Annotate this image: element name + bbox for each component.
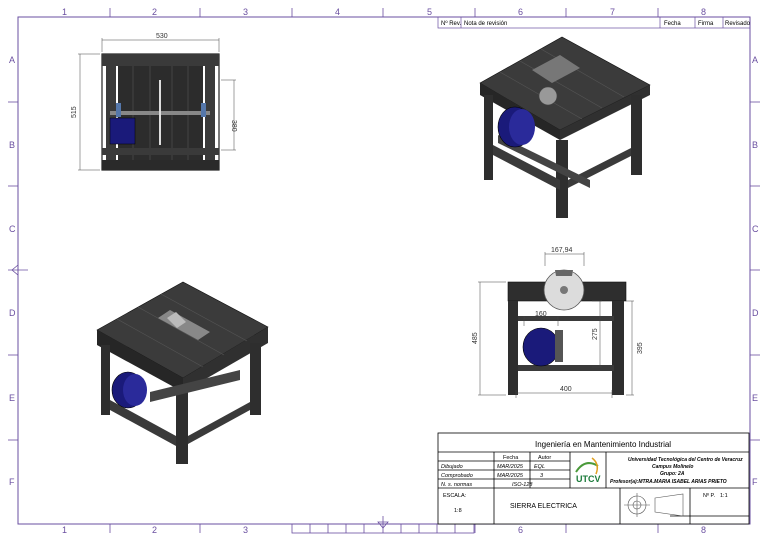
col-label: 7 xyxy=(610,7,615,17)
col-label: 8 xyxy=(701,7,706,17)
dim-front-height: 515 xyxy=(71,106,78,118)
sheet-label: Nº P. xyxy=(703,492,715,499)
row-label: A xyxy=(9,55,15,65)
dim-front-width: 530 xyxy=(156,33,168,40)
col-autor: Autor xyxy=(538,455,551,461)
row-label: D xyxy=(9,308,16,318)
row-label: C xyxy=(752,224,759,234)
rev-col-date: Fecha xyxy=(664,21,681,27)
row-dibujado-autor: EQL xyxy=(534,464,545,470)
row-normas-value: ISO-128 xyxy=(512,482,533,488)
drawing-sheet: 1 2 3 4 5 6 7 8 1 2 3 6 8 A B C D E F A … xyxy=(8,7,760,535)
front-view: 530 515 380 xyxy=(71,33,237,171)
column-labels-top: 1 2 3 4 5 6 7 8 xyxy=(62,7,706,17)
col-label: 1 xyxy=(62,7,67,17)
row-comprobado-fecha: MAR/2025 xyxy=(497,473,524,479)
row-label: D xyxy=(752,308,759,318)
col-label: 6 xyxy=(518,525,523,535)
rev-col-reviewed: Revisado xyxy=(725,21,751,27)
university-name: Universidad Tecnológica del Centro de Ve… xyxy=(628,457,743,463)
row-label: F xyxy=(9,477,15,487)
row-label: C xyxy=(9,224,16,234)
row-normas-label: N. s. normas xyxy=(441,482,472,488)
col-label: 2 xyxy=(152,7,157,17)
col-fecha: Fecha xyxy=(503,455,519,461)
dim-side-motor: 160 xyxy=(535,311,547,318)
dim-side-blade: 167,94 xyxy=(551,247,573,254)
drawing-title: SIERRA ELECTRICA xyxy=(510,503,577,510)
col-label: 8 xyxy=(701,525,706,535)
rev-col-num: Nº Rev. xyxy=(441,20,461,27)
iso-view-top xyxy=(479,36,651,218)
rev-col-note: Nota de revisión xyxy=(464,21,507,27)
dim-front-inner: 380 xyxy=(230,120,237,132)
row-dibujado-fecha: MAR/2025 xyxy=(497,464,524,470)
col-label: 4 xyxy=(335,7,340,17)
col-label: 2 xyxy=(152,525,157,535)
col-label: 3 xyxy=(243,525,248,535)
row-label: E xyxy=(9,393,15,403)
dim-side-h2: 395 xyxy=(637,342,644,354)
escala-label: ESCALA: xyxy=(443,493,467,499)
side-view: 167,94 160 275 395 485 400 xyxy=(472,247,644,398)
logo-text: UTCV xyxy=(576,474,601,484)
row-label: B xyxy=(752,140,758,150)
row-label: F xyxy=(752,477,758,487)
row-dibujado-label: Dibujado xyxy=(441,464,463,470)
professor-name: Profesor(a):MTRA.MARIA ISABEL ARIAS PRIE… xyxy=(610,479,727,485)
rev-col-sign: Firma xyxy=(698,21,714,27)
group-name: Grupo: 2A xyxy=(660,471,685,477)
col-label: 5 xyxy=(427,7,432,17)
title-heading: Ingeniería en Mantenimiento Industrial xyxy=(535,440,671,449)
escala-value: 1:8 xyxy=(454,508,462,514)
dim-side-base: 400 xyxy=(560,386,572,393)
row-comprobado-label: Comprobado xyxy=(441,473,473,479)
dim-side-h1: 275 xyxy=(592,328,599,340)
col-label: 6 xyxy=(518,7,523,17)
campus-name: Campus Molinelo xyxy=(652,464,693,470)
iso-view-bottom xyxy=(96,281,269,464)
dim-side-total: 485 xyxy=(472,332,479,344)
center-mark-left xyxy=(8,264,28,276)
row-label: A xyxy=(752,55,758,65)
col-label: 3 xyxy=(243,7,248,17)
col-label: 1 xyxy=(62,525,67,535)
row-label: B xyxy=(9,140,15,150)
sheet-value: 1:1 xyxy=(720,493,728,499)
row-label: E xyxy=(752,393,758,403)
